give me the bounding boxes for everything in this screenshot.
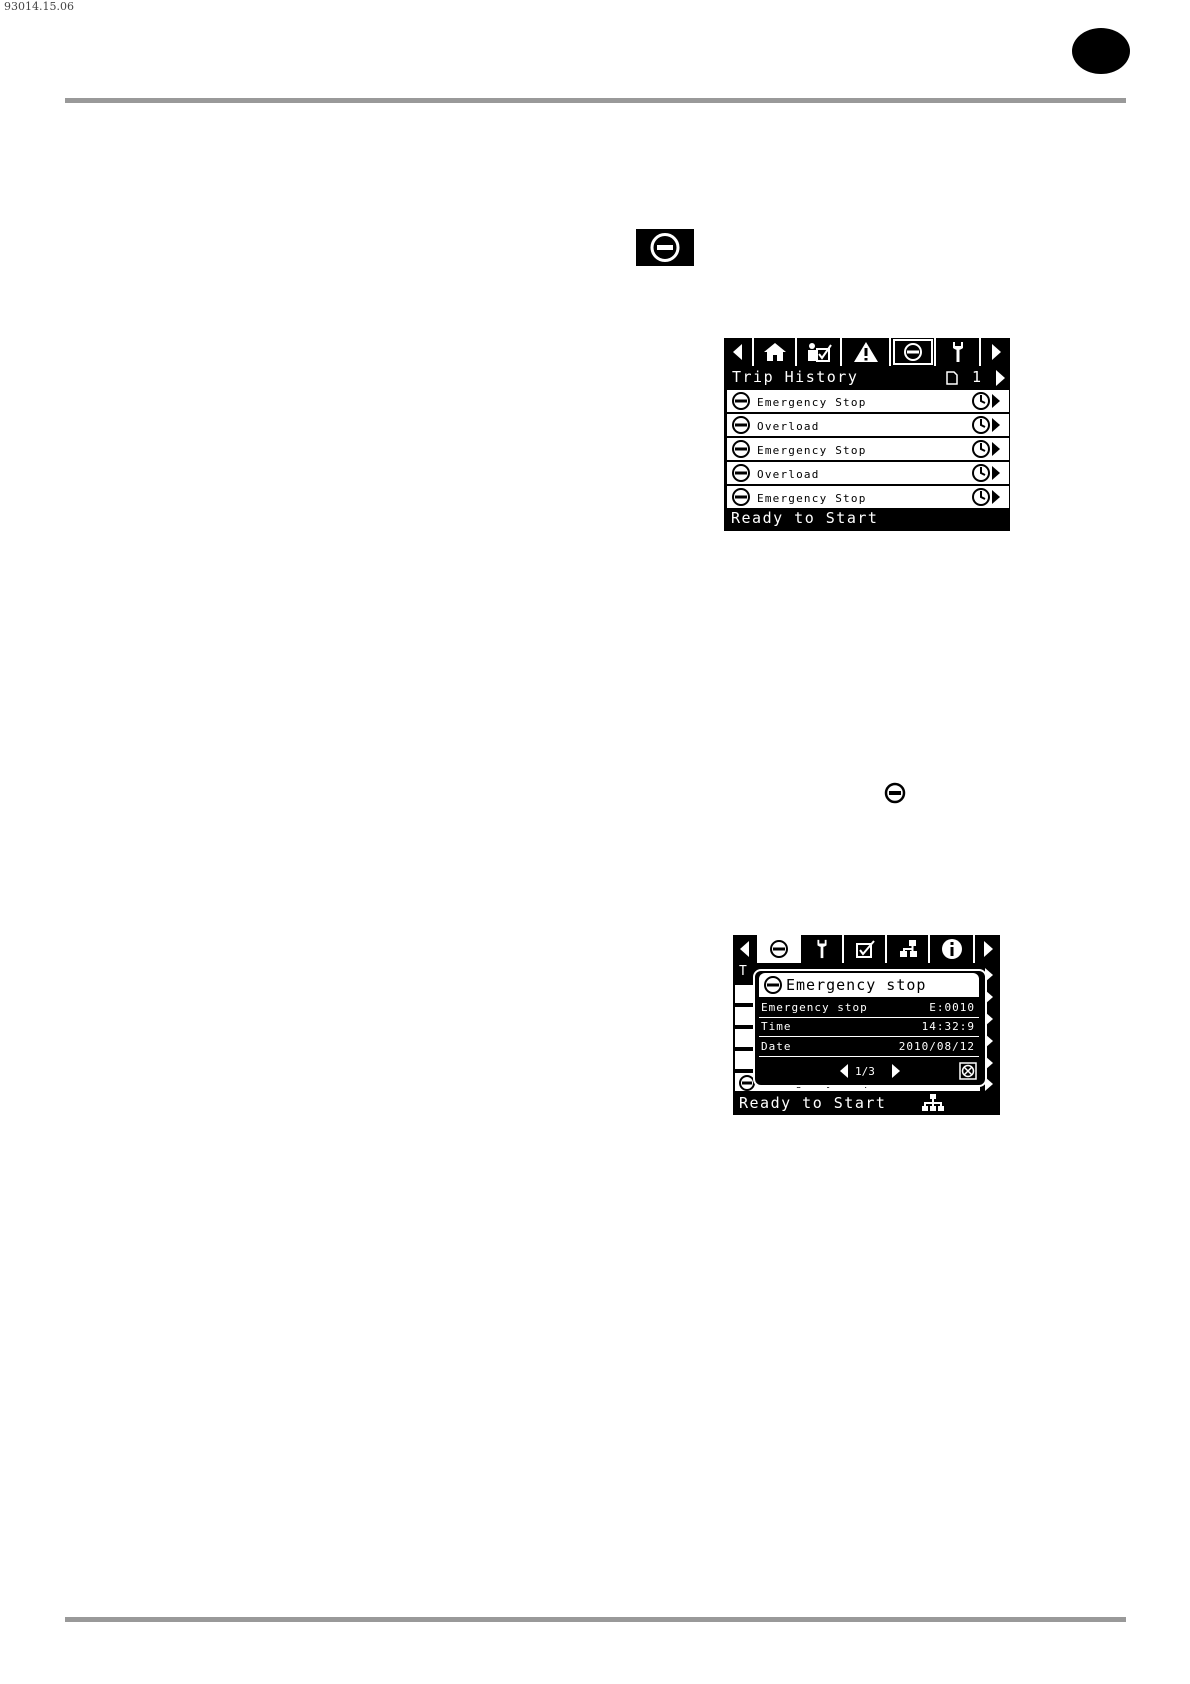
list-item-label: Emergency Stop [757, 396, 867, 409]
detail-value: E:0010 [929, 1001, 975, 1014]
tab-home-icon[interactable] [752, 338, 795, 366]
chevron-right-icon [992, 442, 1000, 456]
list-item[interactable]: Emergency Stop [727, 486, 1009, 510]
detail-key: Date [761, 1040, 792, 1053]
detail-key: Time [761, 1020, 792, 1033]
pager-count: 1/3 [855, 1065, 875, 1078]
clock-icon [972, 488, 990, 506]
detail-key: Emergency stop [761, 1001, 868, 1014]
stop-icon [732, 392, 750, 410]
detail-value: 14:32:9 [921, 1020, 975, 1033]
page-icon [946, 371, 958, 385]
page-marker-dot [1072, 28, 1130, 74]
tab-stop-icon[interactable] [757, 935, 799, 963]
tab-bar [724, 338, 1010, 366]
stop-icon [732, 488, 750, 506]
clock-icon [972, 464, 990, 482]
list-item[interactable]: Emergency Stop [727, 438, 1009, 462]
tab-info-icon[interactable] [928, 935, 973, 963]
stop-icon [764, 976, 782, 994]
document-id: 93014.15.06 [4, 0, 74, 13]
tab-checklist-icon[interactable] [842, 935, 885, 963]
trip-history-list: Emergency Stop Overload Emergency Stop O… [727, 390, 1009, 510]
background-title-fragment: T [739, 964, 747, 979]
popup-header: Emergency stop [759, 973, 979, 997]
tab-bar [733, 935, 1000, 963]
tab-checklist-icon[interactable] [795, 338, 840, 366]
tab-warning-icon[interactable] [840, 338, 889, 366]
detail-value: 2010/08/12 [898, 1040, 975, 1053]
list-item-label: Emergency Stop [757, 492, 867, 505]
clock-icon [972, 416, 990, 434]
chevron-right-icon [992, 466, 1000, 480]
list-item-label: Emergency Stop [757, 444, 867, 457]
chevron-right-icon [992, 394, 1000, 408]
clock-icon [972, 392, 990, 410]
page-number: 1 [972, 368, 983, 386]
stop-icon [636, 229, 694, 266]
tab-next-arrow-icon[interactable] [973, 935, 1000, 963]
trip-history-header: Trip History 1 [724, 366, 1010, 388]
network-icon [922, 1094, 944, 1111]
trip-detail-popup: Emergency stop Emergency stop E:0010 Tim… [753, 969, 987, 1087]
close-icon[interactable] [959, 1062, 977, 1080]
pager-prev-arrow-icon[interactable] [839, 1064, 849, 1078]
trip-history-screen: Trip History 1 Emergency Stop Overload E… [724, 338, 1010, 531]
status-bar: Ready to Start [724, 508, 1010, 531]
detail-row: Date 2010/08/12 [759, 1038, 979, 1057]
tab-network-icon[interactable] [885, 935, 928, 963]
detail-row: Time 14:32:9 [759, 1018, 979, 1037]
list-item[interactable]: Emergency Stop [727, 390, 1009, 414]
popup-pager: 1/3 [759, 1061, 979, 1081]
chevron-right-icon [992, 418, 1000, 432]
list-item[interactable]: Overload [727, 462, 1009, 486]
detail-row: Emergency stop E:0010 [759, 999, 979, 1018]
clock-icon [972, 440, 990, 458]
tab-prev-arrow-icon[interactable] [733, 935, 757, 963]
page-next-arrow-icon[interactable] [994, 370, 1006, 386]
tab-wrench-icon[interactable] [934, 338, 979, 366]
status-bar: Ready to Start [733, 1092, 1000, 1115]
tab-next-arrow-icon[interactable] [979, 338, 1010, 366]
tab-wrench-icon[interactable] [799, 935, 842, 963]
status-text: Ready to Start [739, 1094, 887, 1112]
trip-detail-screen: T Emergency stop Emergency stop Emergenc… [733, 935, 1000, 1115]
pager-next-arrow-icon[interactable] [891, 1064, 901, 1078]
popup-title: Emergency stop [786, 976, 927, 994]
stop-icon [732, 416, 750, 434]
page-title: Trip History [732, 368, 859, 386]
header-rule [65, 98, 1126, 103]
stop-icon [884, 782, 906, 804]
chevron-right-icon [992, 490, 1000, 504]
footer-rule [65, 1617, 1126, 1622]
list-item-label: Overload [757, 468, 820, 481]
stop-icon [732, 464, 750, 482]
tab-stop-icon[interactable] [889, 338, 934, 366]
status-text: Ready to Start [731, 509, 879, 527]
list-item[interactable]: Overload [727, 414, 1009, 438]
stop-icon [732, 440, 750, 458]
tab-prev-arrow-icon[interactable] [724, 338, 752, 366]
list-item-label: Overload [757, 420, 820, 433]
